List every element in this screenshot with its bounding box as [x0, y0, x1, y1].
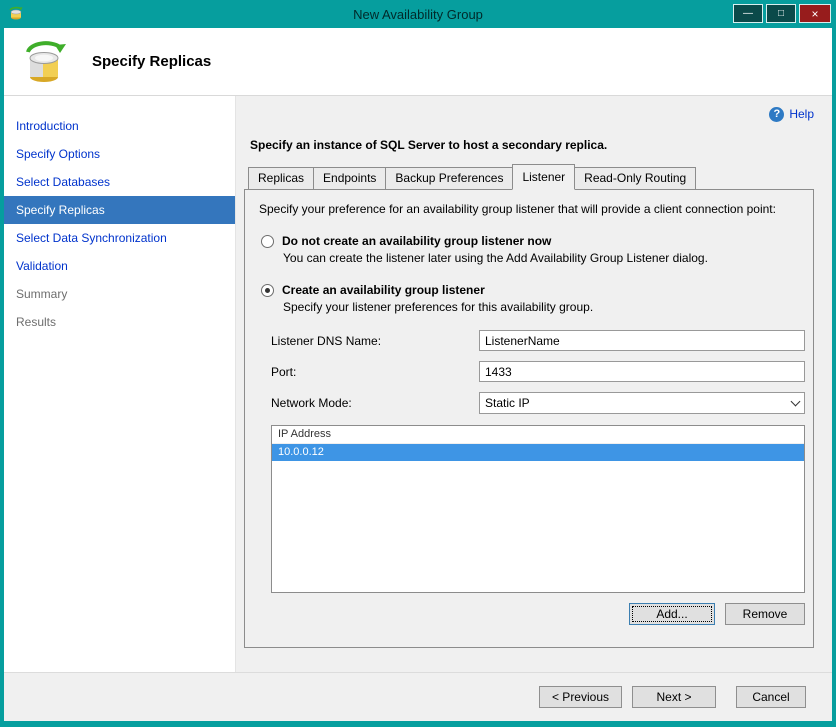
tab-listener[interactable]: Listener — [512, 164, 576, 190]
ip-row[interactable]: 10.0.0.12 — [272, 444, 804, 461]
radio-create-listener-desc: Specify your listener preferences for th… — [283, 300, 594, 314]
ip-address-list[interactable]: IP Address 10.0.0.12 — [271, 425, 805, 593]
ip-list-header: IP Address — [272, 426, 804, 444]
listener-tab-panel: Specify your preference for an availabil… — [244, 189, 814, 648]
wizard-window: New Availability Group — □ × Specify Rep… — [0, 0, 836, 727]
sidebar-item-summary: Summary — [16, 287, 68, 301]
chevron-down-icon — [786, 401, 804, 405]
wizard-footer: < Previous Next > Cancel — [4, 672, 832, 721]
main-content: ? Help Specify an instance of SQL Server… — [236, 96, 832, 672]
sidebar-item-specify-replicas[interactable]: Specify Replicas — [4, 196, 235, 224]
help-link[interactable]: Help — [789, 107, 814, 121]
add-button[interactable]: Add... — [629, 603, 715, 625]
instruction-text: Specify an instance of SQL Server to hos… — [250, 138, 608, 152]
sidebar-item-specify-options[interactable]: Specify Options — [4, 140, 235, 168]
radio-create-listener[interactable] — [261, 283, 274, 297]
wizard-header: Specify Replicas — [4, 28, 832, 96]
remove-button[interactable]: Remove — [725, 603, 805, 625]
dns-name-input[interactable] — [479, 330, 805, 351]
network-mode-value: Static IP — [485, 396, 530, 410]
sidebar-item-validation[interactable]: Validation — [4, 252, 235, 280]
radio-no-listener-desc: You can create the listener later using … — [283, 251, 708, 265]
radio-create-listener-label: Create an availability group listener — [282, 283, 485, 297]
network-mode-select[interactable]: Static IP — [479, 392, 805, 414]
help-icon[interactable]: ? — [769, 106, 785, 122]
port-label: Port: — [271, 364, 297, 379]
maximize-button[interactable]: □ — [766, 4, 796, 23]
listener-intro: Specify your preference for an availabil… — [259, 202, 776, 216]
network-mode-label: Network Mode: — [271, 396, 352, 410]
sidebar-item-introduction[interactable]: Introduction — [4, 112, 235, 140]
radio-no-listener[interactable] — [261, 234, 274, 248]
window-title: New Availability Group — [353, 6, 483, 22]
titlebar[interactable]: New Availability Group — □ × — [0, 0, 836, 28]
tab-strip: Replicas Endpoints Backup Preferences Li… — [248, 164, 814, 190]
tab-backup-preferences[interactable]: Backup Preferences — [385, 167, 514, 190]
previous-button[interactable]: < Previous — [538, 686, 622, 708]
sidebar-item-select-data-synchronization[interactable]: Select Data Synchronization — [4, 224, 235, 252]
sidebar-item-select-databases[interactable]: Select Databases — [4, 168, 235, 196]
availability-group-icon — [22, 38, 70, 86]
page-title: Specify Replicas — [92, 53, 212, 70]
cancel-button[interactable]: Cancel — [736, 686, 806, 708]
minimize-button[interactable]: — — [733, 4, 763, 23]
port-input[interactable] — [479, 361, 805, 382]
tab-endpoints[interactable]: Endpoints — [313, 167, 387, 190]
dns-name-label: Listener DNS Name: — [271, 333, 382, 348]
next-button[interactable]: Next > — [632, 686, 716, 708]
tab-replicas[interactable]: Replicas — [248, 167, 315, 190]
radio-no-listener-label: Do not create an availability group list… — [282, 234, 552, 248]
sidebar-item-results: Results — [16, 315, 57, 329]
app-icon — [8, 6, 24, 22]
wizard-steps-sidebar: Introduction Specify Options Select Data… — [4, 96, 236, 672]
dialog-body: Specify Replicas Introduction Specify Op… — [4, 28, 832, 721]
window-controls: — □ × — [733, 4, 831, 23]
close-button[interactable]: × — [799, 4, 831, 23]
tab-read-only-routing[interactable]: Read-Only Routing — [574, 167, 697, 190]
